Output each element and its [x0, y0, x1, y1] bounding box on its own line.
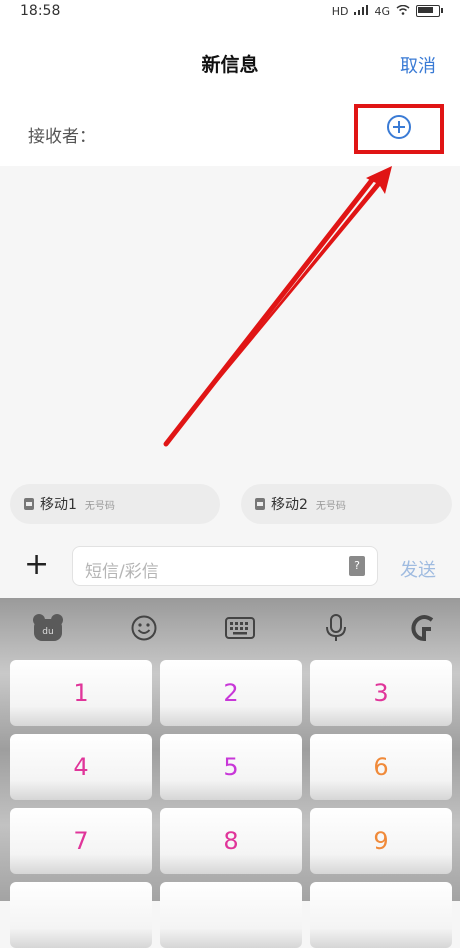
key-8[interactable]: 8	[160, 808, 302, 874]
svg-text:du: du	[42, 627, 53, 637]
key-partial[interactable]	[160, 882, 302, 948]
sim-switch-icon[interactable]: ?	[349, 556, 365, 576]
bear-logo-icon[interactable]: du	[28, 608, 68, 648]
plus-circle-icon	[386, 114, 412, 144]
header: 新信息 取消	[0, 22, 460, 100]
sim-card-name: 移动2	[271, 497, 308, 513]
sim-card-2-option[interactable]: 移动2 无号码	[241, 484, 452, 524]
key-4[interactable]: 4	[10, 734, 152, 800]
page-title: 新信息	[201, 54, 259, 76]
signal-icon	[354, 4, 369, 18]
compose-bar: + 短信/彩信 ? 发送	[0, 538, 460, 596]
emoji-icon[interactable]	[124, 608, 164, 648]
add-attachment-button[interactable]: +	[24, 548, 49, 582]
battery-icon	[416, 5, 443, 17]
wifi-icon	[396, 4, 410, 18]
key-6[interactable]: 6	[310, 734, 452, 800]
send-button[interactable]: 发送	[400, 556, 436, 582]
sim-card-number: 无号码	[315, 500, 346, 512]
sim-card-icon	[24, 498, 34, 510]
key-7[interactable]: 7	[10, 808, 152, 874]
key-5[interactable]: 5	[160, 734, 302, 800]
recipient-row[interactable]: 接收者：	[0, 100, 460, 166]
g-logo-icon[interactable]	[404, 608, 444, 648]
sim-card-1-option[interactable]: 移动1 无号码	[10, 484, 220, 524]
signal-label: 4G	[374, 4, 390, 18]
message-input[interactable]: 短信/彩信 ?	[72, 546, 378, 586]
microphone-icon[interactable]	[316, 608, 356, 648]
add-recipient-button[interactable]	[354, 104, 444, 154]
status-icons: HD 4G	[331, 4, 443, 18]
key-9[interactable]: 9	[310, 808, 452, 874]
sim-selector: 移动1 无号码 移动2 无号码	[10, 484, 452, 524]
keyboard: du 1 2 3 4 5 6 7 8 9	[0, 598, 460, 948]
key-2[interactable]: 2	[160, 660, 302, 726]
key-partial[interactable]	[310, 882, 452, 948]
keyboard-toolbar: du	[0, 598, 460, 656]
sim-card-number: 无号码	[84, 500, 115, 512]
key-1[interactable]: 1	[10, 660, 152, 726]
key-3[interactable]: 3	[310, 660, 452, 726]
message-placeholder: 短信/彩信	[85, 562, 159, 582]
recipient-label: 接收者：	[28, 127, 96, 147]
key-partial[interactable]	[10, 882, 152, 948]
status-time: 18:58	[20, 3, 61, 19]
sim-card-icon	[255, 498, 265, 510]
sim-card-name: 移动1	[40, 497, 77, 513]
keyboard-icon[interactable]	[220, 608, 260, 648]
cancel-button[interactable]: 取消	[400, 52, 436, 78]
network-indicator: HD	[331, 4, 349, 18]
status-bar: 18:58 HD 4G	[0, 0, 460, 22]
